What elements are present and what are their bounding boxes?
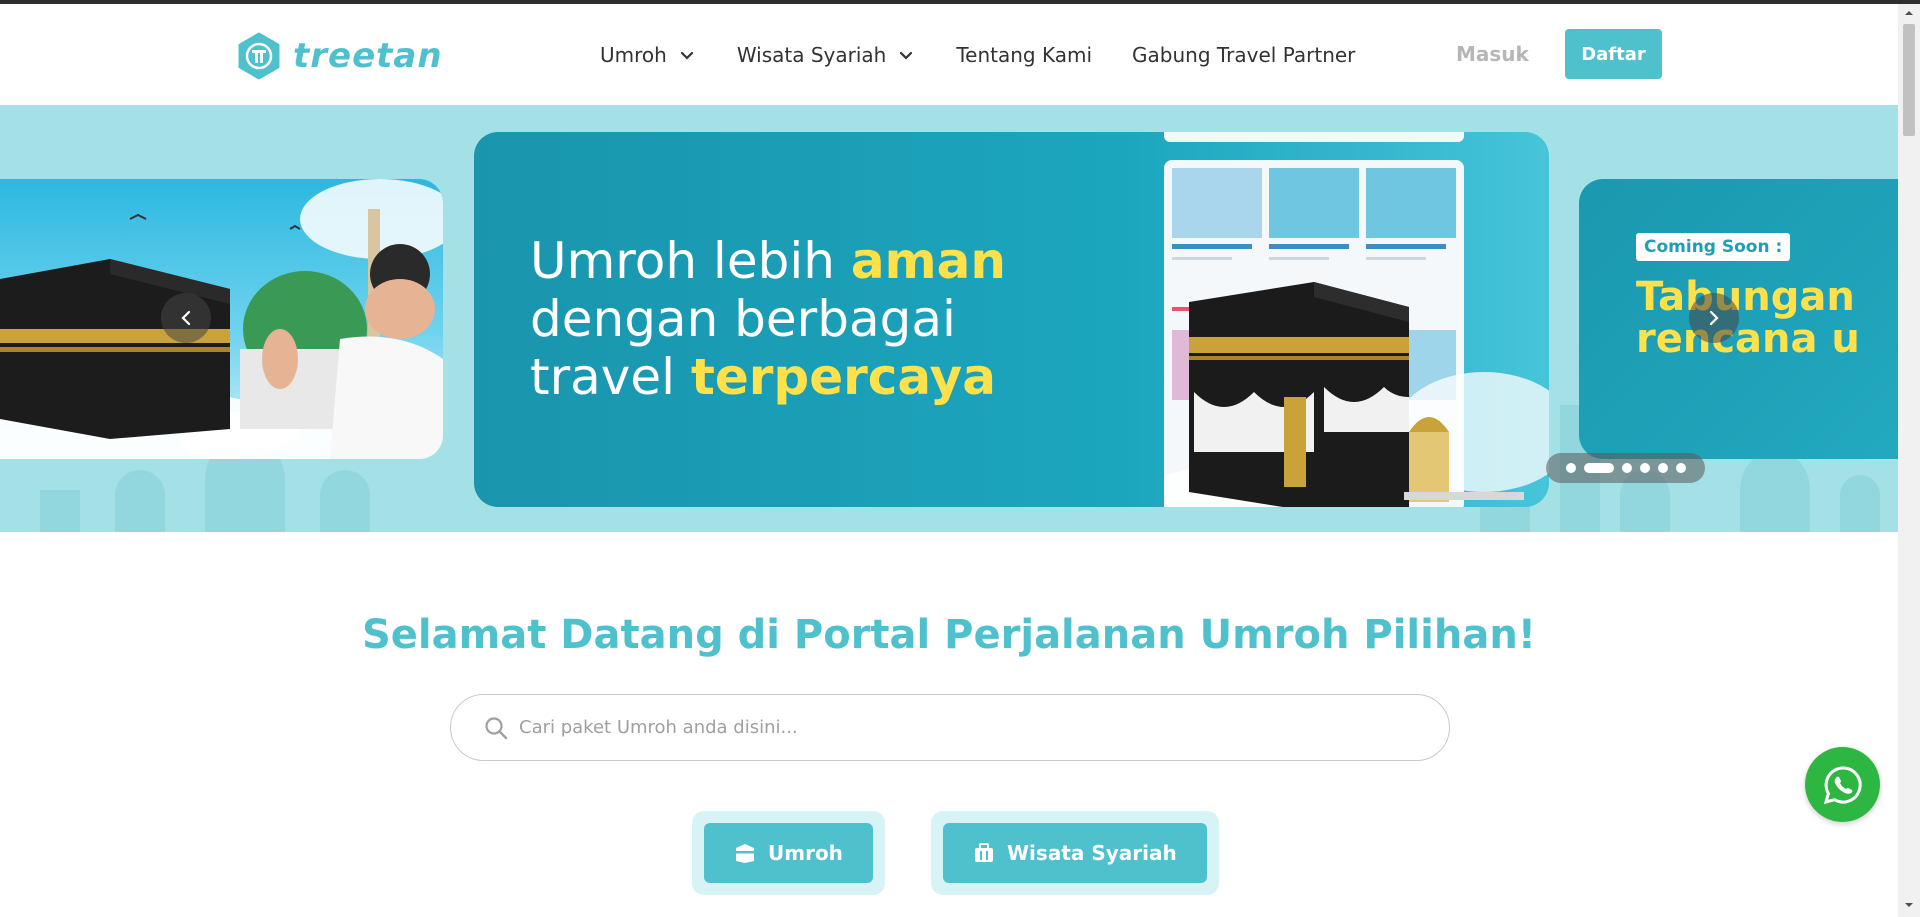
- scroll-down-arrow-icon[interactable]: [1904, 900, 1914, 910]
- tabungan-headline: Tabungan rencana u: [1636, 276, 1860, 360]
- category-umroh-wrapper: Umroh: [692, 811, 885, 895]
- nav-umroh[interactable]: Umroh: [600, 43, 697, 67]
- carousel-dot[interactable]: [1657, 463, 1668, 473]
- navbar: treetan Umroh Wisata Syariah Tentang Kam…: [0, 4, 1898, 105]
- scroll-up-arrow-icon[interactable]: [1904, 8, 1914, 18]
- suitcase-icon: [975, 843, 993, 862]
- chevron-left-icon: [181, 310, 191, 326]
- chevron-down-icon: [680, 51, 693, 60]
- login-link[interactable]: Masuk: [1456, 42, 1529, 66]
- carousel-slide-previous: [0, 179, 443, 459]
- headline-line3: travel: [530, 348, 691, 406]
- brand-logo[interactable]: treetan: [235, 30, 443, 82]
- scrollbar-thumb[interactable]: [1903, 24, 1915, 136]
- chevron-right-icon: [1709, 310, 1719, 326]
- carousel-dot[interactable]: [1621, 463, 1632, 473]
- search-icon: [485, 716, 508, 739]
- hero-headline: Umroh lebih aman dengan berbagai travel …: [530, 232, 1006, 406]
- whatsapp-icon: [1823, 765, 1862, 804]
- headline-line1: Umroh lebih: [530, 232, 851, 290]
- carousel-dot[interactable]: [1565, 463, 1576, 473]
- nav-wisata-syariah[interactable]: Wisata Syariah: [737, 43, 917, 67]
- nav-gabung-travel-partner[interactable]: Gabung Travel Partner: [1132, 43, 1355, 67]
- coming-soon-badge: Coming Soon :: [1636, 233, 1791, 261]
- nav-umroh-label: Umroh: [600, 42, 667, 67]
- kaaba-icon: [736, 844, 754, 863]
- carousel-prev-button[interactable]: [161, 293, 211, 343]
- nav-wisata-syariah-label: Wisata Syariah: [736, 42, 887, 67]
- page-scrollbar[interactable]: [1898, 4, 1920, 917]
- category-umroh-button[interactable]: Umroh: [704, 823, 873, 883]
- carousel-next-button[interactable]: [1689, 293, 1739, 343]
- main-nav: Umroh Wisata Syariah Tentang Kami Gabung…: [600, 4, 1395, 105]
- category-wisata-syariah-label: Wisata Syariah: [1007, 841, 1177, 865]
- whatsapp-button[interactable]: [1805, 747, 1880, 822]
- app-preview-illustration: [1164, 132, 1549, 507]
- category-wisata-syariah-button[interactable]: Wisata Syariah: [943, 823, 1207, 883]
- carousel-dot[interactable]: [1675, 463, 1686, 473]
- carousel-dot[interactable]: [1639, 463, 1650, 473]
- category-wisata-wrapper: Wisata Syariah: [931, 811, 1219, 895]
- welcome-title: Selamat Datang di Portal Perjalanan Umro…: [361, 612, 1537, 658]
- headline-line2: dengan berbagai: [530, 290, 956, 348]
- treetan-logo-icon: [238, 32, 280, 80]
- category-umroh-label: Umroh: [768, 841, 843, 865]
- nav-tentang-kami-label: Tentang Kami: [956, 42, 1093, 67]
- tabungan-line1: Tabungan: [1636, 274, 1855, 320]
- carousel-slide-active[interactable]: Umroh lebih aman dengan berbagai travel …: [474, 132, 1549, 507]
- search-bar[interactable]: [450, 694, 1450, 761]
- tabungan-line2: rencana u: [1636, 316, 1860, 362]
- brand-name: treetan: [293, 36, 443, 76]
- search-input[interactable]: [519, 717, 1419, 738]
- carousel-dot[interactable]: [1583, 463, 1614, 473]
- nav-tentang-kami[interactable]: Tentang Kami: [956, 43, 1092, 67]
- register-button[interactable]: Daftar: [1565, 29, 1662, 79]
- carousel-dots: [1546, 453, 1705, 483]
- kaaba-pilgrim-image: [0, 179, 443, 459]
- nav-gabung-label: Gabung Travel Partner: [1132, 42, 1356, 67]
- chevron-down-icon: [900, 51, 913, 60]
- headline-highlight-terpercaya: terpercaya: [690, 348, 996, 406]
- hero-carousel: Umroh lebih aman dengan berbagai travel …: [0, 105, 1898, 532]
- headline-highlight-aman: aman: [850, 232, 1006, 290]
